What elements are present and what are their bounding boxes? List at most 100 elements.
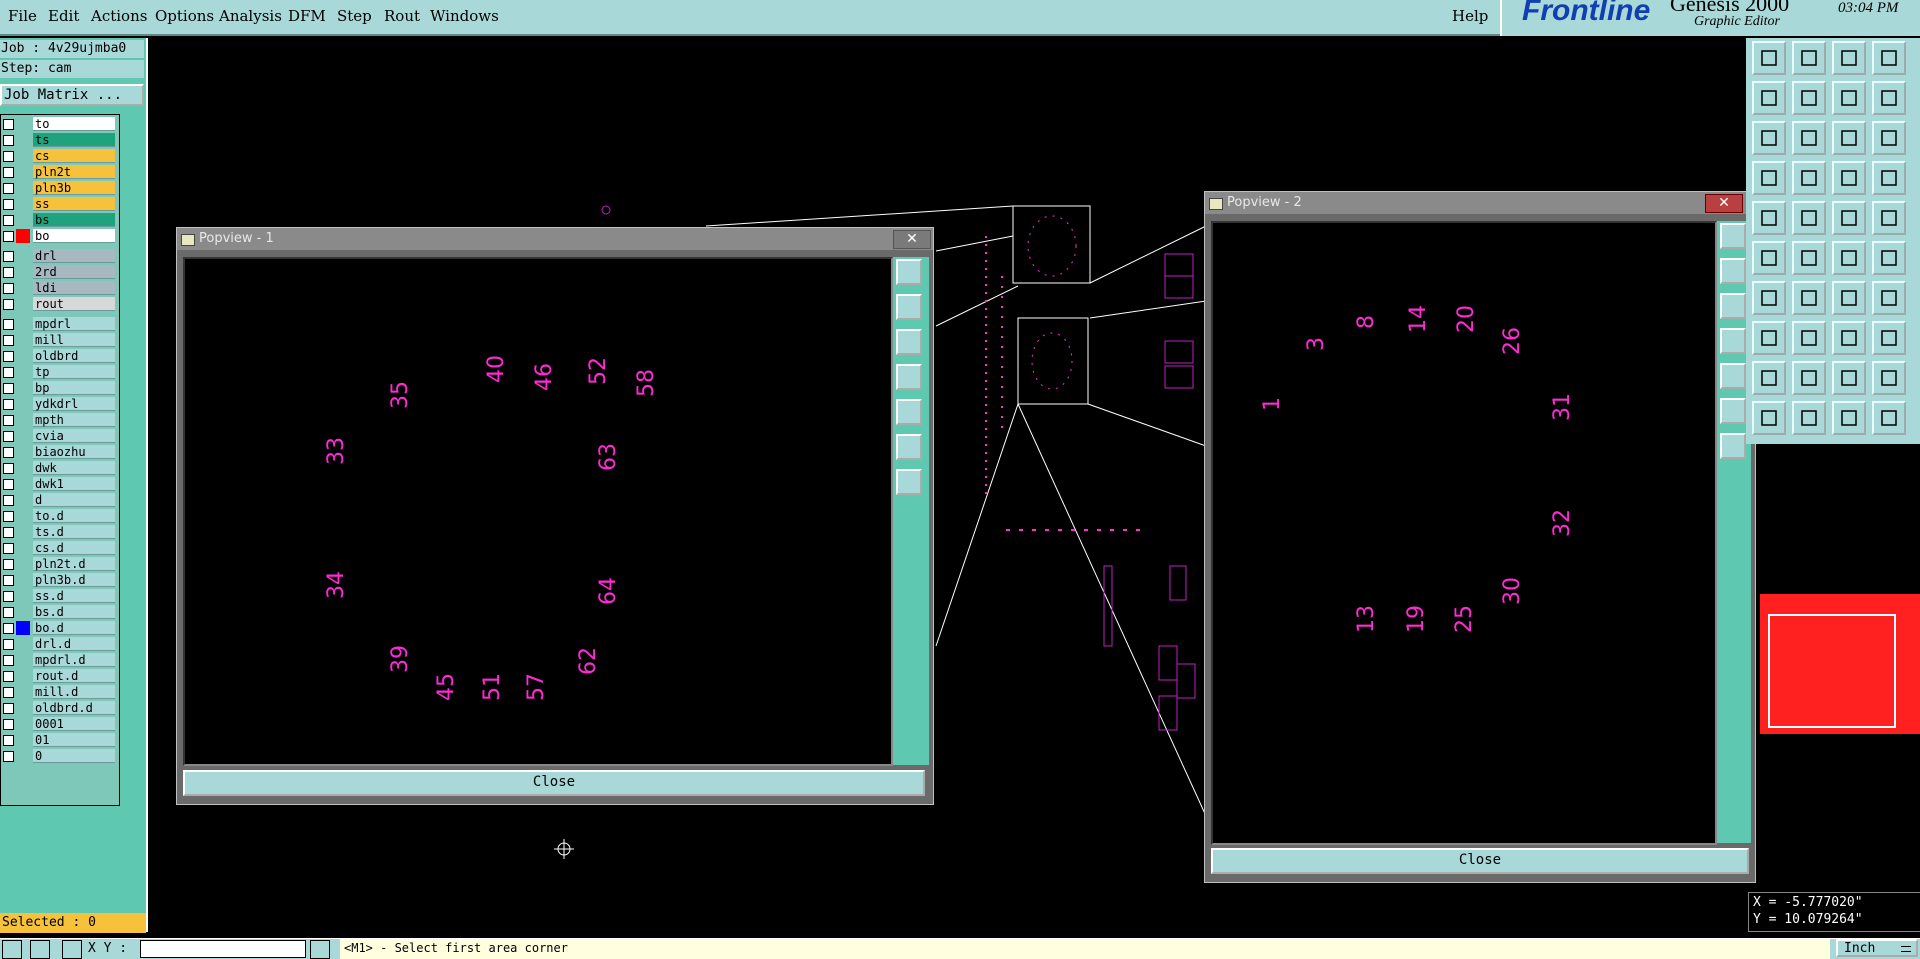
fit-screen-icon[interactable] [1872, 41, 1906, 75]
popview-zoom-out-button[interactable] [896, 329, 922, 355]
layer-row[interactable]: mpdrl.d [1, 653, 119, 668]
layer-checkbox[interactable] [3, 283, 14, 294]
layer-row[interactable]: ss [1, 197, 119, 212]
layer-row[interactable]: to [1, 117, 119, 132]
grid-icon[interactable] [62, 940, 82, 959]
menu-file[interactable]: File [8, 7, 37, 25]
scale-1-2-icon[interactable] [1832, 121, 1866, 155]
popview-pan-left-button[interactable] [896, 364, 922, 390]
close-icon[interactable]: ✕ [1705, 194, 1743, 213]
layer-name[interactable]: dwk [33, 461, 115, 475]
menu-actions[interactable]: Actions [91, 7, 147, 25]
layer-checkbox[interactable] [3, 299, 14, 310]
tri-a-icon[interactable] [1752, 361, 1786, 395]
layer-checkbox[interactable] [3, 655, 14, 666]
menu-edit[interactable]: Edit [48, 7, 79, 25]
layer-row[interactable]: pln3b [1, 181, 119, 196]
menu-rout[interactable]: Rout [384, 7, 420, 25]
menu-step[interactable]: Step [337, 7, 372, 25]
layer-checkbox[interactable] [3, 623, 14, 634]
pad-c-icon[interactable] [1832, 321, 1866, 355]
popview-center-button[interactable] [896, 469, 922, 495]
pointer-d-icon[interactable] [1872, 401, 1906, 435]
layer-row[interactable]: 2rd [1, 265, 119, 280]
layer-name[interactable]: mpdrl.d [33, 653, 115, 667]
layer-checkbox[interactable] [3, 367, 14, 378]
etch-tool-icon[interactable] [1872, 281, 1906, 315]
layer-checkbox[interactable] [3, 559, 14, 570]
layer-row[interactable]: ts.d [1, 525, 119, 540]
tri-c-icon[interactable] [1832, 361, 1866, 395]
layer-row[interactable]: cvia [1, 429, 119, 444]
popview-fit-button[interactable] [1720, 223, 1746, 249]
route-a-icon[interactable] [1832, 161, 1866, 195]
pointer-c-icon[interactable] [1832, 401, 1866, 435]
close-icon[interactable]: ✕ [893, 230, 931, 249]
layer-checkbox[interactable] [3, 351, 14, 362]
layer-name[interactable]: bo [33, 229, 115, 243]
layer-order-icon[interactable] [1832, 81, 1866, 115]
layer-row[interactable]: oldbrd [1, 349, 119, 364]
menu-help[interactable]: Help [1452, 7, 1488, 25]
menu-analysis[interactable]: Analysis [219, 7, 282, 25]
popview-zoom-out-button[interactable] [1720, 293, 1746, 319]
layer-row[interactable]: bs [1, 213, 119, 228]
layer-name[interactable]: cs.d [33, 541, 115, 555]
layer-row[interactable]: pln2t [1, 165, 119, 180]
layer-name[interactable]: tp [33, 365, 115, 379]
popview-fit-button[interactable] [896, 259, 922, 285]
arc-tool-icon[interactable] [1832, 281, 1866, 315]
layer-name[interactable]: mill [33, 333, 115, 347]
popview-zoom-in-button[interactable] [896, 294, 922, 320]
layer-checkbox[interactable] [3, 639, 14, 650]
pad-d-icon[interactable] [1872, 321, 1906, 355]
layer-checkbox[interactable] [3, 575, 14, 586]
layer-checkbox[interactable] [3, 735, 14, 746]
layer-checkbox[interactable] [3, 527, 14, 538]
layer-checkbox[interactable] [3, 267, 14, 278]
layer-checkbox[interactable] [3, 671, 14, 682]
layer-row[interactable]: cs.d [1, 541, 119, 556]
layer-name[interactable]: ldi [33, 281, 115, 295]
layer-name[interactable]: ydkdrl [33, 397, 115, 411]
layer-row[interactable]: oldbrd.d [1, 701, 119, 716]
select-mode-icon[interactable] [1752, 201, 1786, 235]
layer-name[interactable]: mpdrl [33, 317, 115, 331]
layer-row[interactable]: drl.d [1, 637, 119, 652]
popview-2-titlebar[interactable]: Popview - 2 ✕ [1205, 192, 1755, 214]
layer-row[interactable]: bp [1, 381, 119, 396]
layer-row[interactable]: mpth [1, 413, 119, 428]
layer-checkbox[interactable] [3, 687, 14, 698]
pointer-a-icon[interactable] [1752, 401, 1786, 435]
layer-name[interactable]: ss [33, 197, 115, 211]
layer-name[interactable]: mill.d [33, 685, 115, 699]
popview-2-canvas[interactable]: 3 8 14 20 26 1 31 32 13 19 25 30 [1211, 221, 1717, 845]
layer-checkbox[interactable] [3, 231, 14, 242]
layer-name[interactable]: bs.d [33, 605, 115, 619]
popview-1-close-button[interactable]: Close [183, 770, 925, 796]
layer-name[interactable]: rout.d [33, 669, 115, 683]
layer-name[interactable]: 0001 [33, 717, 115, 731]
menu-options[interactable]: Options [155, 7, 214, 25]
layer-checkbox[interactable] [3, 511, 14, 522]
layer-row[interactable]: ydkdrl [1, 397, 119, 412]
popview-home-button[interactable] [896, 434, 922, 460]
layer-name[interactable]: drl.d [33, 637, 115, 651]
layer-row[interactable]: 01 [1, 733, 119, 748]
zoom-fit-icon[interactable] [1792, 121, 1826, 155]
layer-row[interactable]: bo [1, 229, 119, 244]
layer-row[interactable]: ldi [1, 281, 119, 296]
layer-checkbox[interactable] [3, 607, 14, 618]
layer-row[interactable]: cs [1, 149, 119, 164]
house-icon[interactable] [1832, 41, 1866, 75]
layer-name[interactable]: ts [33, 133, 115, 147]
layer-checkbox[interactable] [3, 215, 14, 226]
layer-name[interactable]: to.d [33, 509, 115, 523]
layer-row[interactable]: mpdrl [1, 317, 119, 332]
layer-row[interactable]: drl [1, 249, 119, 264]
point-c-icon[interactable] [1872, 241, 1906, 275]
layer-row[interactable]: mill.d [1, 685, 119, 700]
popview-pan-right-button[interactable] [896, 399, 922, 425]
layer-row[interactable]: ss.d [1, 589, 119, 604]
xy-input[interactable] [140, 940, 306, 958]
